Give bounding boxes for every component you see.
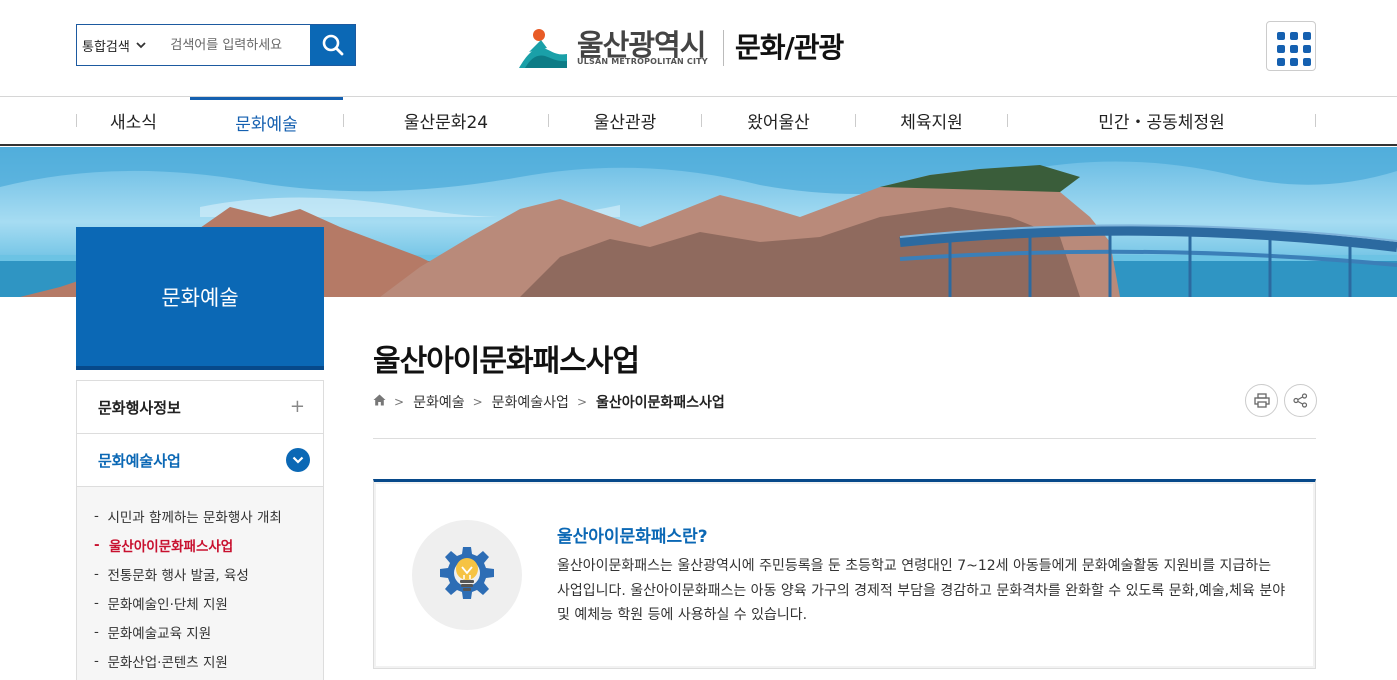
nav-item-garden[interactable]: 민간・공동체정원 [1008, 97, 1315, 144]
site-header: 통합검색 울산광역시 ULSAN METROPOLITAN CITY 문화/관광 [0, 0, 1397, 97]
breadcrumb: > 문화예술 > 문화예술사업 > 울산아이문화패스사업 [373, 393, 725, 411]
side-menu-culture-projects[interactable]: 문화예술사업 [77, 434, 323, 487]
breadcrumb-separator: > [576, 395, 587, 409]
nav-item-ulsan-tourism[interactable]: 울산관광 [549, 97, 701, 144]
side-menu-label: 문화행사정보 [98, 398, 181, 417]
breadcrumb-item[interactable]: 문화예술 [413, 392, 465, 412]
title-divider [373, 438, 1316, 439]
section-title: 문화예술 [76, 227, 324, 370]
grid-menu-icon[interactable] [1266, 21, 1316, 71]
nav-item-sports-support[interactable]: 체육지원 [856, 97, 1007, 144]
chevron-down-icon [286, 448, 310, 472]
nav-item-news[interactable]: 새소식 [77, 97, 190, 144]
chevron-down-icon [136, 39, 146, 52]
breadcrumb-current[interactable]: 울산아이문화패스사업 [596, 392, 725, 412]
logo-divider [723, 30, 724, 66]
search-button[interactable] [310, 25, 355, 65]
site-name: 문화/관광 [735, 31, 844, 64]
side-submenu: - 시민과 함께하는 문화행사 개최 - 울산아이문화패스사업 - 전통문화 행… [77, 487, 323, 680]
search-scope-select[interactable]: 통합검색 [77, 25, 162, 65]
share-icon [1293, 393, 1308, 408]
info-heading: 울산아이문화패스란? [557, 527, 708, 547]
main-navigation: 새소식 문화예술 울산문화24 울산관광 왔어울산 체육지원 민간・공동체정원 [0, 97, 1397, 146]
side-submenu-item[interactable]: - 전통문화 행사 발굴, 육성 [77, 559, 323, 588]
site-logo[interactable]: 울산광역시 ULSAN METROPOLITAN CITY 문화/관광 [517, 22, 844, 72]
search-input[interactable] [162, 25, 311, 65]
nav-item-visit-ulsan[interactable]: 왔어울산 [702, 97, 855, 144]
side-submenu-item[interactable]: - 문화예술교육 지원 [77, 617, 323, 646]
breadcrumb-item[interactable]: 문화예술사업 [492, 392, 569, 412]
search-scope-label: 통합검색 [82, 39, 130, 55]
nav-item-culture-arts[interactable]: 문화예술 [190, 97, 343, 144]
info-description: 울산아이문화패스는 울산광역시에 주민등록을 둔 초등학교 연령대인 7~12세… [557, 558, 1286, 623]
nav-divider [1315, 114, 1316, 127]
home-icon[interactable] [373, 394, 386, 410]
plus-icon: + [289, 396, 305, 417]
ulsan-logo-mark [519, 29, 567, 68]
print-icon [1253, 393, 1270, 408]
page-title: 울산아이문화패스사업 [373, 344, 640, 379]
logo-text-english: ULSAN METROPOLITAN CITY [577, 57, 708, 66]
side-menu-label: 문화예술사업 [98, 451, 181, 470]
side-submenu-item[interactable]: - 문화예술인·단체 지원 [77, 588, 323, 617]
side-submenu-item[interactable]: - 시민과 함께하는 문화행사 개최 [77, 501, 323, 530]
share-button[interactable] [1284, 384, 1317, 417]
side-submenu-item[interactable]: - 문화산업·콘텐츠 지원 [77, 646, 323, 675]
search-form: 통합검색 [76, 24, 356, 66]
breadcrumb-separator: > [394, 395, 405, 409]
info-box: 울산아이문화패스란? 울산아이문화패스는 울산광역시에 주민등록을 둔 초등학교… [373, 479, 1316, 669]
search-icon [322, 34, 344, 56]
side-submenu-item-current[interactable]: - 울산아이문화패스사업 [77, 530, 323, 559]
breadcrumb-separator: > [472, 395, 483, 409]
print-button[interactable] [1245, 384, 1278, 417]
page-tools [1245, 384, 1317, 417]
side-navigation: 문화행사정보 + 문화예술사업 - 시민과 함께하는 문화행사 개최 - 울산아… [76, 380, 324, 680]
side-menu-event-info[interactable]: 문화행사정보 + [77, 381, 323, 434]
lightbulb-gear-icon [412, 520, 522, 630]
nav-item-ulsan-culture24[interactable]: 울산문화24 [344, 97, 548, 144]
